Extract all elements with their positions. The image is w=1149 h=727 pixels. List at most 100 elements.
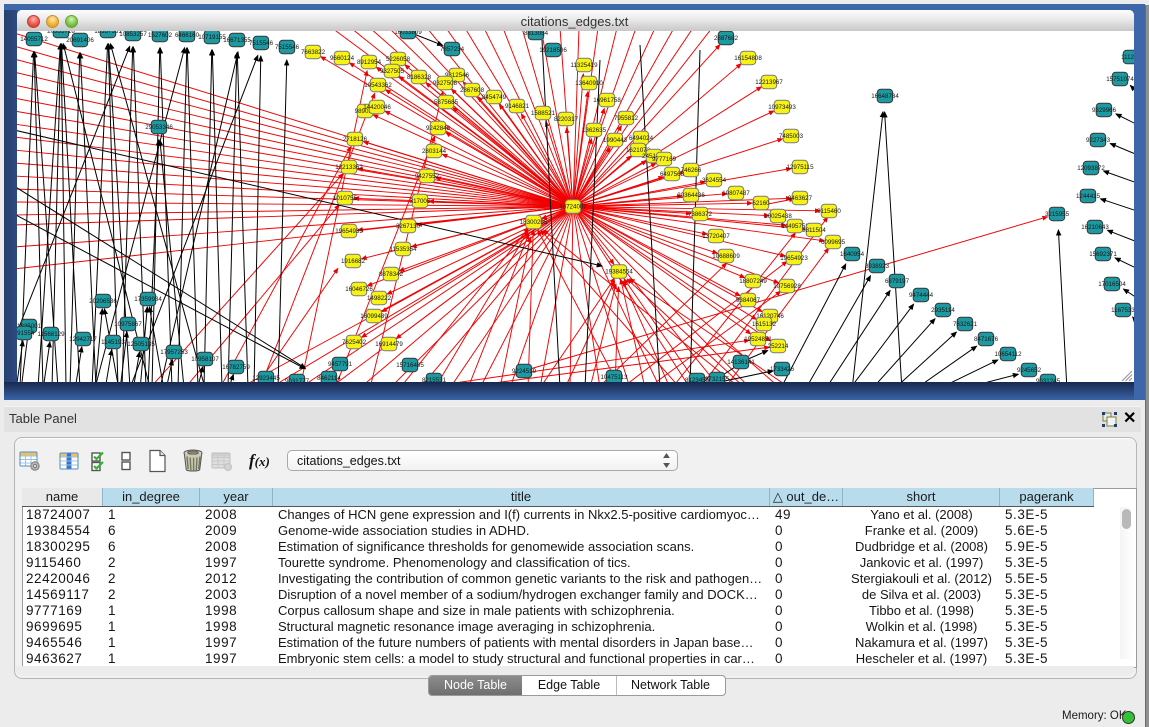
svg-text:10543362: 10543362 <box>364 82 392 89</box>
svg-text:10975867: 10975867 <box>114 321 142 328</box>
svg-text:17957253: 17957253 <box>160 349 188 356</box>
svg-text:9146821: 9146821 <box>505 103 530 110</box>
svg-text:1916682: 1916682 <box>341 258 366 265</box>
svg-text:7625402: 7625402 <box>342 339 367 346</box>
svg-text:8454749: 8454749 <box>482 94 507 101</box>
svg-text:1010755: 1010755 <box>333 195 358 202</box>
svg-text:9732155: 9732155 <box>705 376 730 382</box>
svg-text:9660124: 9660124 <box>330 55 355 62</box>
svg-text:18300295: 18300295 <box>520 219 548 226</box>
svg-text:10958107: 10958107 <box>191 356 219 363</box>
svg-text:5875685: 5875685 <box>434 99 459 106</box>
svg-text:7955812: 7955812 <box>614 115 639 122</box>
svg-text:14055712: 14055712 <box>20 36 48 43</box>
svg-text:12093872: 12093872 <box>1077 165 1105 172</box>
svg-text:15716485: 15716485 <box>396 362 424 369</box>
svg-text:16154808: 16154808 <box>734 55 762 62</box>
svg-text:16210643: 16210643 <box>1081 224 1109 231</box>
svg-text:13640910: 13640910 <box>575 80 603 87</box>
svg-text:6099695: 6099695 <box>821 239 846 246</box>
svg-text:16961758: 16961758 <box>593 97 621 104</box>
svg-text:8878342: 8878342 <box>379 271 404 278</box>
svg-text:8462114: 8462114 <box>317 375 341 382</box>
svg-text:12975115: 12975115 <box>786 164 814 171</box>
svg-text:10475113: 10475113 <box>600 374 628 381</box>
svg-text:8813054: 8813054 <box>524 31 549 37</box>
svg-text:9777169: 9777169 <box>652 156 677 163</box>
svg-text:9227343: 9227343 <box>1086 137 1111 144</box>
svg-text:10973493: 10973493 <box>768 104 796 111</box>
svg-text:9427552: 9427552 <box>415 173 440 180</box>
svg-text:9245652: 9245652 <box>1017 367 1042 374</box>
svg-text:14420046: 14420046 <box>363 104 391 111</box>
svg-text:16099489: 16099489 <box>360 313 388 320</box>
svg-text:9457791: 9457791 <box>328 361 353 368</box>
svg-text:12923445: 12923445 <box>252 375 280 382</box>
svg-text:8186328: 8186328 <box>407 74 432 81</box>
svg-text:5226058: 5226058 <box>386 56 411 63</box>
svg-text:11325419: 11325419 <box>570 62 598 69</box>
svg-text:3267130: 3267130 <box>396 223 421 230</box>
svg-text:19524851: 19524851 <box>744 336 772 343</box>
svg-text:8471676: 8471676 <box>974 336 999 343</box>
svg-text:20364436: 20364436 <box>677 192 705 199</box>
svg-text:10688609: 10688609 <box>712 253 740 260</box>
svg-text:6494024: 6494024 <box>629 135 654 142</box>
svg-text:10025438: 10025438 <box>764 213 792 220</box>
svg-text:1640954: 1640954 <box>840 251 865 258</box>
svg-text:2887682: 2887682 <box>714 35 739 42</box>
svg-text:2718126: 2718126 <box>343 136 368 143</box>
svg-text:18807249: 18807249 <box>739 278 767 285</box>
svg-text:17016504: 17016504 <box>1098 281 1126 288</box>
svg-text:10853257: 10853257 <box>119 31 147 38</box>
svg-text:1588521: 1588521 <box>531 110 556 117</box>
svg-text:9031245: 9031245 <box>1036 378 1061 382</box>
svg-text:16046726: 16046726 <box>345 286 373 293</box>
svg-text:252214: 252214 <box>768 343 789 350</box>
svg-text:3624554: 3624554 <box>702 177 727 184</box>
svg-text:1527602: 1527602 <box>148 32 173 39</box>
svg-text:1362635: 1362635 <box>582 127 607 134</box>
svg-text:2867608: 2867608 <box>460 87 485 94</box>
svg-text:20206536: 20206536 <box>89 298 117 305</box>
svg-text:6879197: 6879197 <box>885 278 910 285</box>
svg-text:16782759: 16782759 <box>222 364 250 371</box>
svg-text:20355718: 20355718 <box>47 31 75 35</box>
svg-text:9327505: 9327505 <box>380 68 405 75</box>
svg-text:9329966: 9329966 <box>1092 107 1117 114</box>
svg-text:9115460: 9115460 <box>817 208 841 215</box>
svg-text:19654923: 19654923 <box>780 255 808 262</box>
svg-text:12213967: 12213967 <box>755 79 783 86</box>
svg-text:19218506: 19218506 <box>539 47 567 54</box>
svg-text:17359934: 17359934 <box>134 296 162 303</box>
svg-text:7515546: 7515546 <box>249 40 274 47</box>
svg-text:1167533: 1167533 <box>1111 307 1134 314</box>
svg-text:9242848: 9242848 <box>426 125 451 132</box>
svg-text:29053346: 29053346 <box>145 124 173 131</box>
svg-text:12505135: 12505135 <box>127 341 155 348</box>
svg-text:9031777: 9031777 <box>285 378 310 382</box>
svg-text:12942717: 12942717 <box>69 336 97 343</box>
svg-text:7515546: 7515546 <box>275 44 300 51</box>
svg-text:7386372: 7386372 <box>688 211 713 218</box>
svg-text:12213362: 12213362 <box>335 164 363 171</box>
svg-text:11535354: 11535354 <box>389 246 417 253</box>
svg-text:991554: 991554 <box>17 330 35 337</box>
svg-text:7857234: 7857234 <box>440 46 465 53</box>
svg-text:1145193: 1145193 <box>101 339 125 346</box>
svg-text:1498222: 1498222 <box>367 295 392 302</box>
svg-text:6497568: 6497568 <box>660 171 685 178</box>
svg-text:6466160: 6466160 <box>175 32 200 39</box>
svg-text:1244415: 1244415 <box>1076 193 1101 200</box>
svg-text:1615132: 1615132 <box>752 321 777 328</box>
svg-text:9474444: 9474444 <box>909 292 934 299</box>
svg-text:13720407: 13720407 <box>702 233 730 240</box>
svg-text:9224519: 9224519 <box>512 368 537 375</box>
svg-text:3215955: 3215955 <box>1045 211 1070 218</box>
svg-text:2935114: 2935114 <box>931 307 955 314</box>
svg-text:16914479: 16914479 <box>375 341 403 348</box>
svg-text:10719155: 10719155 <box>198 34 226 41</box>
svg-text:8220317: 8220317 <box>554 116 579 123</box>
svg-text:19384554: 19384554 <box>605 269 633 276</box>
svg-text:15692371: 15692371 <box>1089 251 1117 258</box>
